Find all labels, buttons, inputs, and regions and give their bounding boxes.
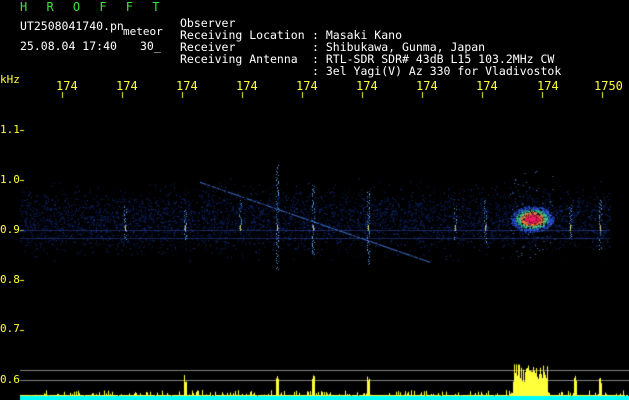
- x-tick-label: 174: [356, 79, 378, 93]
- x-tick-label: 174: [116, 79, 138, 93]
- filename-tag: meteor: [123, 25, 163, 38]
- y-tick-label: 1.1: [0, 123, 20, 136]
- x-tick-label: 174: [537, 79, 559, 93]
- x-tick-label: 174: [416, 79, 438, 93]
- filename-label: UT2508041740.pn: [20, 19, 124, 33]
- x-tick-label: 1750: [594, 79, 623, 93]
- x-tick-label: 174: [176, 79, 198, 93]
- y-tick-label: 0.9: [0, 223, 20, 236]
- y-tick-label: 0.6: [0, 373, 20, 386]
- y-tick-label: 0.7: [0, 322, 20, 335]
- hrofft-spectrogram-window: H R O F F T UT2508041740.pn meteor 25.08…: [0, 0, 629, 400]
- brand-title: H R O F F T: [20, 0, 166, 14]
- duration-label: 30_: [140, 39, 161, 53]
- y-axis-unit: kHz: [0, 73, 20, 86]
- timestamp-label: 25.08.04 17:40: [20, 39, 117, 53]
- info-value: : 3el Yagi(V) Az 330 for Vladivostok: [312, 64, 562, 78]
- y-tick-label: 0.8: [0, 273, 20, 286]
- x-tick-label: 174: [56, 79, 78, 93]
- x-tick-label: 174: [236, 79, 258, 93]
- y-tick-label: 1.0: [0, 173, 20, 186]
- x-tick-label: 174: [476, 79, 498, 93]
- info-label: Receiving Antenna: [180, 52, 298, 66]
- x-tick-label: 174: [296, 79, 318, 93]
